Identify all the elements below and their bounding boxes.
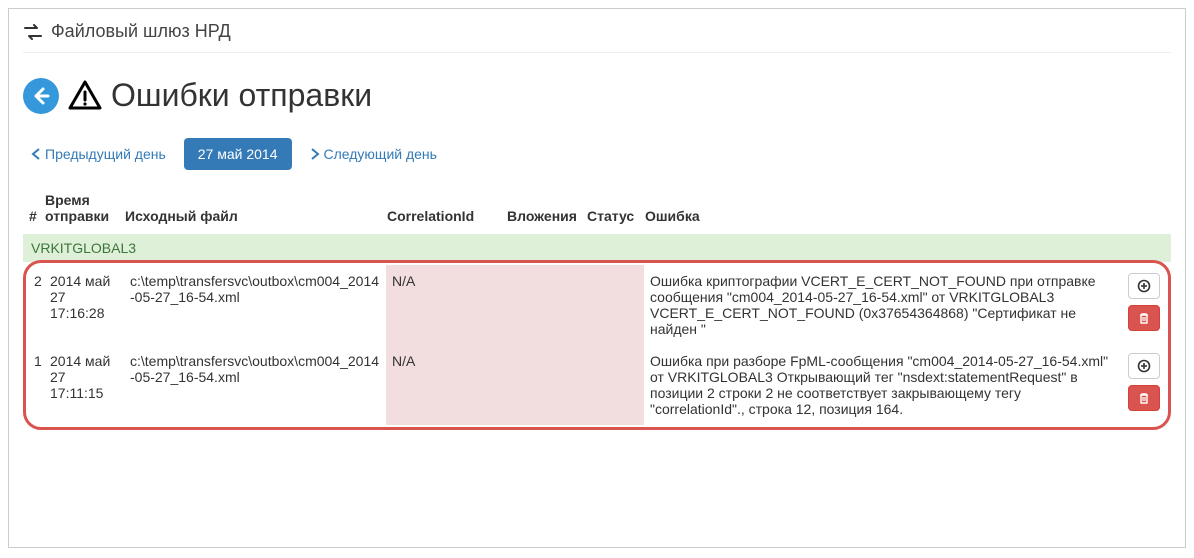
back-button[interactable] <box>23 78 59 114</box>
highlight-annotation: 2 2014 май 27 17:16:28 c:\temp\transfers… <box>23 260 1171 430</box>
col-header-status: Статус <box>581 186 639 234</box>
app-title-bar: Файловый шлюз НРД <box>23 19 1171 52</box>
col-header-file: Исходный файл <box>119 186 381 234</box>
cell-err: Ошибка криптографии VCERT_E_CERT_NOT_FOU… <box>644 265 1120 345</box>
chevron-right-icon <box>310 148 320 160</box>
page-header: Ошибки отправки <box>23 77 1171 114</box>
cell-att <box>506 265 586 345</box>
transfer-icon <box>23 24 43 40</box>
cell-status <box>586 345 644 425</box>
date-navigator: Предыдущий день 27 май 2014 Следующий де… <box>31 138 1171 170</box>
delete-button[interactable] <box>1128 305 1160 331</box>
cell-err: Ошибка при разборе FpML-сообщения "cm004… <box>644 345 1120 425</box>
prev-day-label: Предыдущий день <box>45 146 166 162</box>
cell-num: 1 <box>28 345 44 425</box>
delete-button[interactable] <box>1128 385 1160 411</box>
cell-corr: N/A <box>386 265 506 345</box>
cell-time: 2014 май 27 17:11:15 <box>44 345 124 425</box>
trash-icon <box>1137 391 1151 405</box>
cell-file: c:\temp\transfersvc\outbox\cm004_2014-05… <box>124 265 386 345</box>
next-day-label: Следующий день <box>324 146 437 162</box>
chevron-left-icon <box>31 148 41 160</box>
plus-circle-icon <box>1137 279 1151 293</box>
app-title-text: Файловый шлюз НРД <box>51 21 231 42</box>
group-row: VRKITGLOBAL3 <box>23 234 1171 262</box>
trash-icon <box>1137 311 1151 325</box>
app-frame: Файловый шлюз НРД Ошибки отправки Предыд… <box>8 8 1186 548</box>
current-date-label: 27 май 2014 <box>198 146 278 162</box>
resend-button[interactable] <box>1128 273 1160 299</box>
col-header-err: Ошибка <box>639 186 1125 234</box>
cell-file: c:\temp\transfersvc\outbox\cm004_2014-05… <box>124 345 386 425</box>
col-header-time: Время отправки <box>39 186 119 234</box>
resend-button[interactable] <box>1128 353 1160 379</box>
divider <box>23 52 1171 53</box>
errors-table-body: 2 2014 май 27 17:16:28 c:\temp\transfers… <box>28 265 1166 425</box>
col-header-actions <box>1125 186 1171 234</box>
col-header-num: # <box>23 186 39 234</box>
col-header-corr: CorrelationId <box>381 186 501 234</box>
cell-att <box>506 345 586 425</box>
page-title: Ошибки отправки <box>111 77 372 114</box>
current-date-button[interactable]: 27 май 2014 <box>184 138 292 170</box>
cell-num: 2 <box>28 265 44 345</box>
warning-icon <box>67 78 103 114</box>
errors-table-head: # Время отправки Исходный файл Correlati… <box>23 186 1171 262</box>
group-name: VRKITGLOBAL3 <box>23 234 1171 262</box>
cell-time: 2014 май 27 17:16:28 <box>44 265 124 345</box>
col-header-att: Вложения <box>501 186 581 234</box>
table-row: 1 2014 май 27 17:11:15 c:\temp\transfers… <box>28 345 1166 425</box>
cell-status <box>586 265 644 345</box>
cell-actions <box>1120 265 1166 345</box>
cell-corr: N/A <box>386 345 506 425</box>
table-header-row: # Время отправки Исходный файл Correlati… <box>23 186 1171 234</box>
table-row: 2 2014 май 27 17:16:28 c:\temp\transfers… <box>28 265 1166 345</box>
prev-day-link[interactable]: Предыдущий день <box>31 146 166 162</box>
plus-circle-icon <box>1137 359 1151 373</box>
next-day-link[interactable]: Следующий день <box>310 146 437 162</box>
cell-actions <box>1120 345 1166 425</box>
